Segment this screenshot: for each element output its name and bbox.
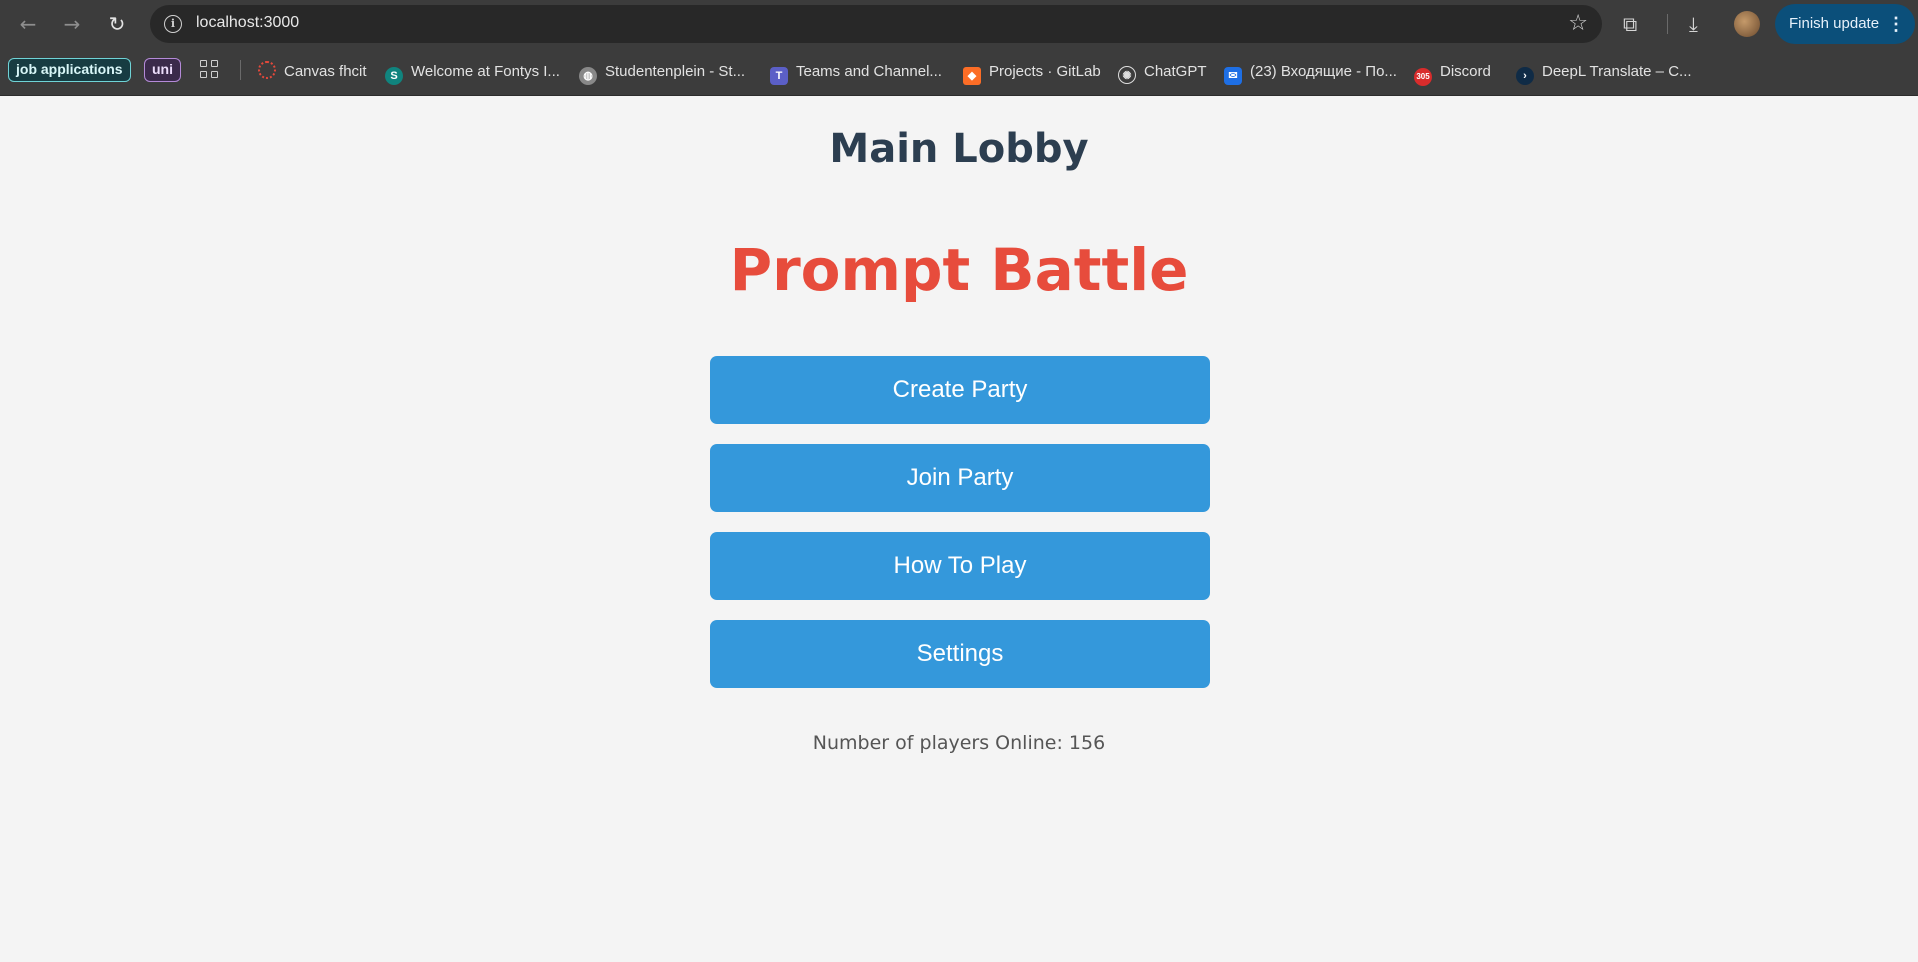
download-icon[interactable]: ⤓ — [1689, 12, 1698, 36]
deepl-icon: › — [1516, 67, 1534, 85]
bookmark-gitlab[interactable]: ◆ Projects · GitLab — [963, 60, 1101, 85]
address-bar[interactable]: i localhost:3000 ☆ — [150, 5, 1602, 43]
bookmark-fontys[interactable]: S Welcome at Fontys I... — [385, 60, 560, 85]
chatgpt-icon: ✺ — [1118, 66, 1136, 84]
bookmark-folder-uni[interactable]: uni — [144, 58, 181, 82]
main-lobby-page: Main Lobby Prompt Battle Create Party Jo… — [0, 96, 1918, 962]
profile-avatar[interactable] — [1734, 11, 1760, 37]
how-to-play-button[interactable]: How To Play — [710, 532, 1210, 600]
extensions-icon[interactable]: ⧉ — [1623, 12, 1637, 36]
gitlab-icon: ◆ — [963, 67, 981, 85]
url-text[interactable]: localhost:3000 — [196, 14, 299, 32]
finish-update-label: Finish update — [1789, 15, 1880, 32]
menu-dots-icon: ⋮ — [1887, 14, 1905, 34]
bookmark-folder-job-applications[interactable]: job applications — [8, 58, 131, 82]
join-party-button[interactable]: Join Party — [710, 444, 1210, 512]
canvas-icon — [258, 61, 276, 79]
bookmark-label: Welcome at Fontys I... — [411, 63, 560, 80]
bookmark-label: Discord — [1440, 63, 1491, 80]
bookmark-chatgpt[interactable]: ✺ ChatGPT — [1118, 60, 1207, 84]
toolbar-divider — [1667, 14, 1668, 34]
players-online-count: Number of players Online: 156 — [812, 732, 1106, 754]
bookmark-label: (23) Входящие - По... — [1250, 63, 1397, 80]
bookmark-discord[interactable]: 305 Discord — [1414, 60, 1491, 86]
bookmark-studentenplein[interactable]: ◍ Studentenplein - St... — [579, 60, 746, 85]
bookmark-label: Studentenplein - St... — [605, 63, 746, 80]
sharepoint-icon: S — [385, 67, 403, 85]
site-info-icon[interactable]: i — [164, 15, 182, 33]
bookmark-star-icon[interactable]: ☆ — [1568, 11, 1588, 36]
page-title: Main Lobby — [829, 126, 1089, 172]
browser-toolbar: ← → ↻ i localhost:3000 ☆ ⧉ ⤓ Finish upda… — [0, 0, 1918, 48]
bookmark-teams[interactable]: T Teams and Channel... — [770, 60, 942, 85]
mail-icon: ✉ — [1224, 67, 1242, 85]
settings-button[interactable]: Settings — [710, 620, 1210, 688]
bookmark-mail[interactable]: ✉ (23) Входящие - По... — [1224, 60, 1397, 85]
finish-update-button[interactable]: Finish update ⋮ — [1775, 4, 1915, 44]
discord-icon: 305 — [1414, 68, 1432, 86]
bookmark-deepl[interactable]: › DeepL Translate – C... — [1516, 60, 1692, 85]
bookmarks-divider — [240, 60, 241, 80]
apps-grid-icon[interactable] — [200, 60, 220, 80]
game-title: Prompt Battle — [729, 236, 1189, 304]
bookmark-label: Projects · GitLab — [989, 63, 1101, 80]
back-arrow-icon[interactable]: ← — [14, 10, 42, 38]
globe-icon: ◍ — [579, 67, 597, 85]
bookmark-label: DeepL Translate – C... — [1542, 63, 1692, 80]
bookmark-canvas[interactable]: Canvas fhcit — [258, 60, 367, 84]
bookmarks-bar: job applications uni Canvas fhcit S Welco… — [0, 48, 1918, 129]
reload-icon[interactable]: ↻ — [103, 10, 131, 38]
bookmark-label: Teams and Channel... — [796, 63, 942, 80]
bookmark-label: ChatGPT — [1144, 63, 1207, 80]
create-party-button[interactable]: Create Party — [710, 356, 1210, 424]
forward-arrow-icon[interactable]: → — [58, 10, 86, 38]
bookmark-label: Canvas fhcit — [284, 63, 367, 80]
teams-icon: T — [770, 67, 788, 85]
